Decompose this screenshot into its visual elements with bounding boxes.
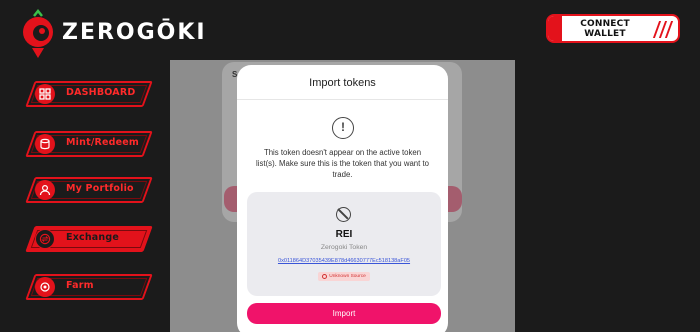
mint-icon: [35, 134, 55, 154]
token-card: REI Zerogoki Token 0x011864D37035439E878…: [247, 192, 441, 296]
unknown-source-badge: Unknown Source: [318, 272, 370, 281]
warning-text: This token doesn't appear on the active …: [256, 148, 429, 179]
portfolio-icon: [35, 180, 55, 200]
dashboard-icon: [35, 84, 55, 104]
stripes-decoration: [648, 16, 678, 41]
sidebar-item-label: DASHBOARD: [66, 87, 136, 98]
farm-icon: [35, 277, 55, 297]
sidebar-item-dashboard[interactable]: DASHBOARD: [25, 81, 153, 107]
token-name: Zerogoki Token: [320, 244, 368, 251]
sidebar-item-label: Mint/Redeem: [66, 137, 140, 148]
no-logo-icon: [336, 207, 351, 222]
token-address-link[interactable]: 0x011864D37035439E878d46630777Ec518138aF…: [247, 258, 441, 264]
alert-icon: !: [332, 117, 354, 139]
modal-title: Import tokens: [309, 77, 376, 89]
connect-wallet-label: CONNECT WALLET: [580, 18, 630, 39]
exchange-icon: [35, 229, 55, 249]
sidebar-item-label: Farm: [66, 280, 94, 291]
token-symbol: REI: [335, 229, 353, 240]
sidebar-item-exchange[interactable]: Exchange: [25, 226, 153, 252]
zerogoki-logo: [23, 8, 53, 58]
sidebar-item-label: My Portfolio: [66, 183, 134, 194]
app-page: { "brand": {"name": "ZEROGŌKI"}, "header…: [0, 0, 700, 332]
sidebar-item-mint-redeem[interactable]: Mint/Redeem: [25, 131, 153, 157]
modal-divider: [237, 99, 448, 100]
brand-name: ZEROGŌKI: [62, 20, 207, 45]
import-tokens-modal: Import tokens ! This token doesn't appea…: [237, 65, 448, 332]
connect-wallet-button[interactable]: CONNECT WALLET: [546, 14, 680, 43]
unknown-source-label: Unknown Source: [329, 274, 366, 279]
sidebar-item-label: Exchange: [66, 232, 120, 243]
warning-circle-icon: [322, 274, 328, 279]
sidebar-item-farm[interactable]: Farm: [25, 274, 153, 300]
import-button[interactable]: Import: [247, 303, 441, 324]
sidebar-item-portfolio[interactable]: My Portfolio: [25, 177, 153, 203]
